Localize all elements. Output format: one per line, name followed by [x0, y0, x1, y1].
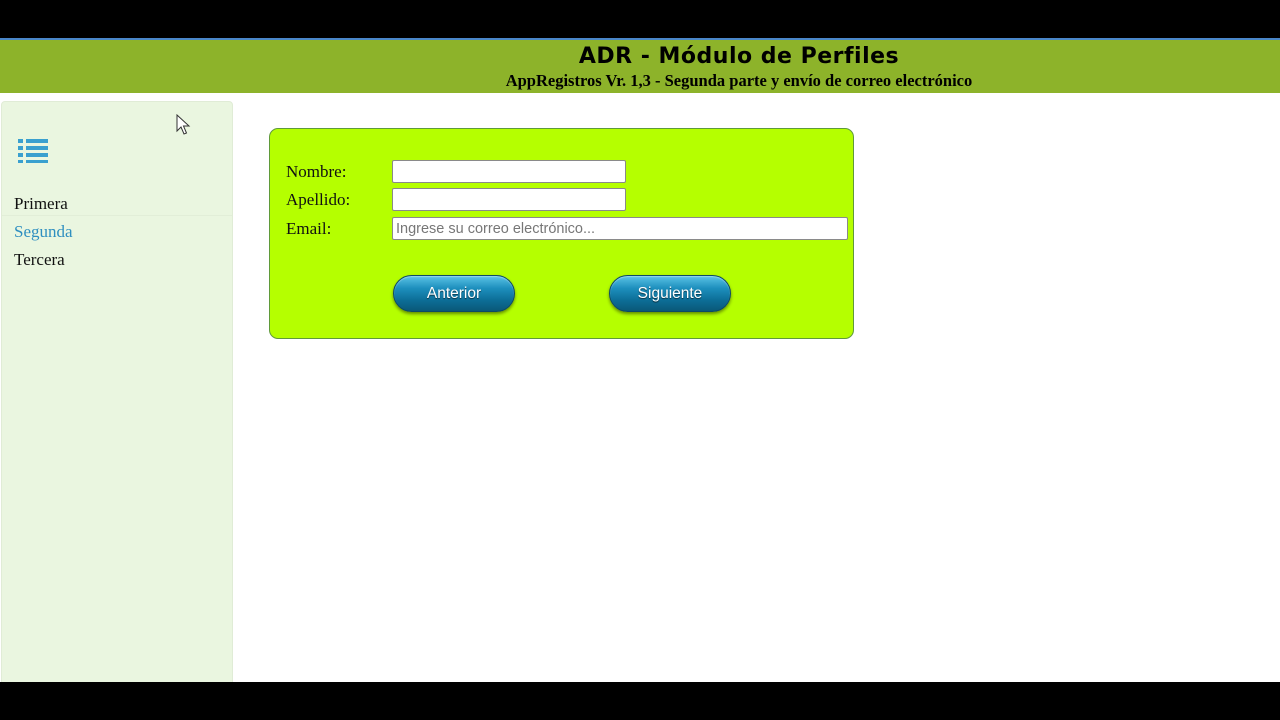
- sidebar-item-primera[interactable]: Primera: [14, 194, 68, 214]
- page-title: ADR - Módulo de Perfiles: [578, 44, 900, 69]
- sidebar-divider: [2, 215, 232, 216]
- profile-form: Nombre: Apellido: Email: Anterior Siguie…: [269, 128, 854, 339]
- page-header: ADR - Módulo de Perfiles AppRegistros Vr…: [0, 38, 1280, 93]
- nombre-input[interactable]: [392, 160, 626, 183]
- nombre-label: Nombre:: [286, 162, 347, 181]
- email-label: Email:: [286, 219, 332, 238]
- apellido-input[interactable]: [392, 188, 626, 211]
- sidebar-item-tercera[interactable]: Tercera: [14, 250, 65, 270]
- list-icon[interactable]: [17, 138, 49, 164]
- mouse-pointer-icon: [176, 114, 191, 135]
- page-subtitle: AppRegistros Vr. 1,3 - Segunda parte y e…: [505, 71, 973, 90]
- sidebar-item-segunda[interactable]: Segunda: [14, 222, 73, 242]
- email-input[interactable]: [392, 217, 848, 240]
- next-button[interactable]: Siguiente: [609, 275, 731, 312]
- letterbox-bottom: [0, 682, 1280, 720]
- letterbox-top: [0, 0, 1280, 38]
- sidebar: Primera Segunda Tercera: [1, 101, 233, 682]
- app-window: ADR - Módulo de Perfiles AppRegistros Vr…: [0, 38, 1280, 682]
- previous-button[interactable]: Anterior: [393, 275, 515, 312]
- apellido-label: Apellido:: [286, 190, 351, 209]
